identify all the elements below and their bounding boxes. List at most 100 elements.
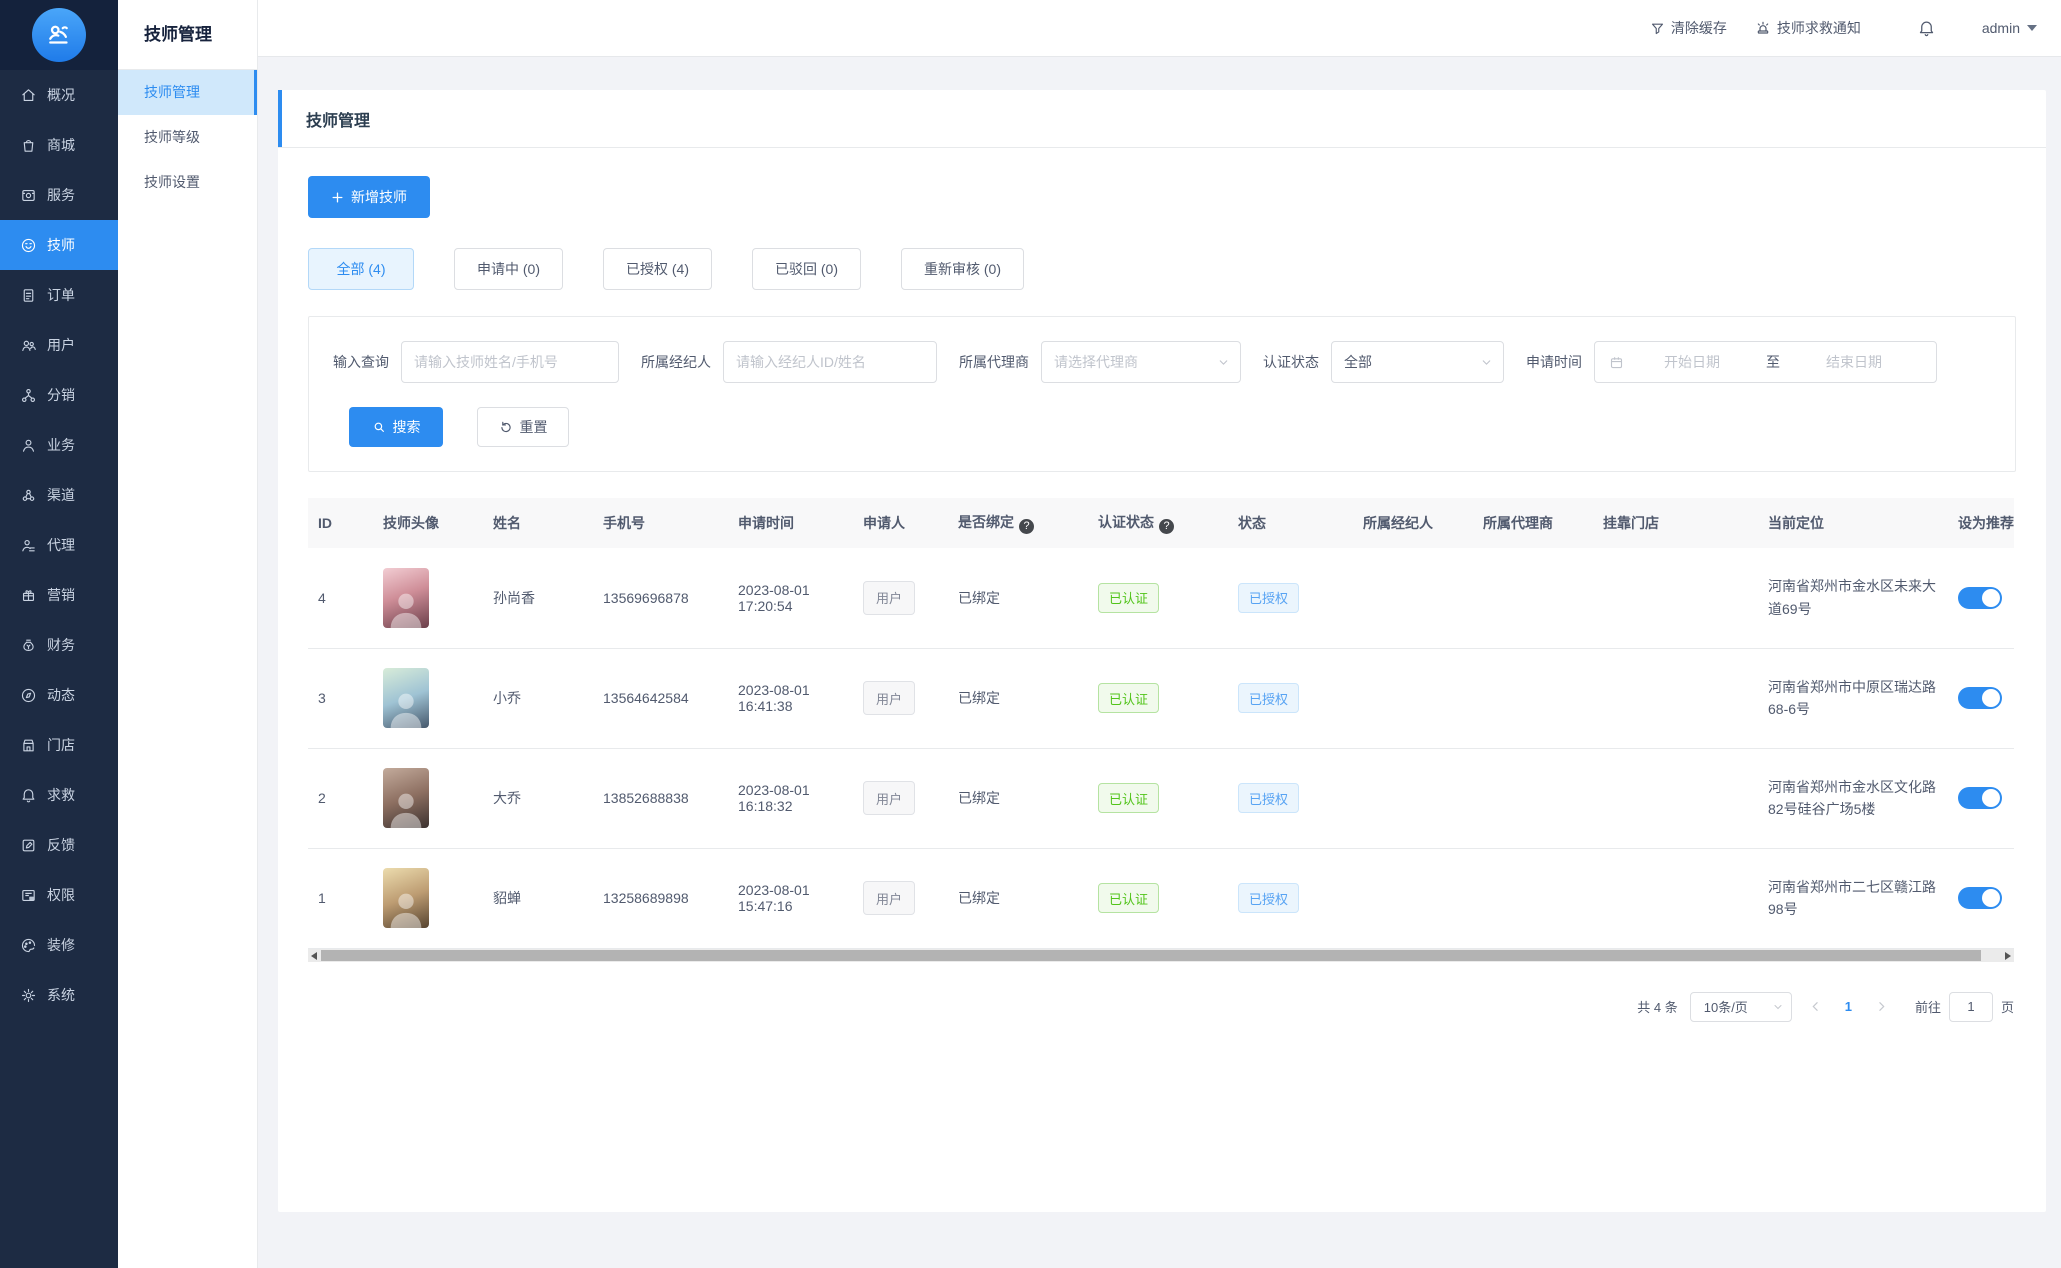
sidebar-item-feedback[interactable]: 反馈 [0, 820, 118, 870]
submenu-item-technician-management[interactable]: 技师管理 [118, 70, 257, 115]
sidebar-item-mall[interactable]: 商城 [0, 120, 118, 170]
search-button[interactable]: 搜索 [349, 407, 443, 447]
cell-apply-time: 2023-08-01 15:47:16 [728, 848, 853, 949]
sidebar-item-agent[interactable]: 代理 [0, 520, 118, 570]
col-store: 挂靠门店 [1593, 498, 1758, 548]
horizontal-scrollbar[interactable] [308, 948, 2014, 962]
sidebar-item-marketing[interactable]: 营销 [0, 570, 118, 620]
technician-avatar[interactable] [383, 868, 429, 928]
recommend-toggle[interactable] [1958, 887, 2002, 909]
col-recommend: 设为推荐 [1948, 498, 2014, 548]
pagination: 共 4 条 10条/页 1 前往 1 页 [308, 991, 2014, 1022]
tab-authorized[interactable]: 已授权 (4) [603, 248, 712, 290]
submenu-item-technician-settings[interactable]: 技师设置 [118, 160, 257, 205]
agency-select[interactable]: 请选择代理商 [1041, 341, 1241, 383]
submenu-item-technician-level[interactable]: 技师等级 [118, 115, 257, 160]
cert-status-badge: 已认证 [1098, 582, 1160, 613]
help-icon[interactable]: ? [1019, 518, 1034, 534]
clear-cache-icon [1651, 23, 1663, 34]
cell-apply-time: 2023-08-01 17:20:54 [728, 548, 853, 649]
sidebar-item-label: 权限 [47, 887, 75, 903]
order-icon [23, 288, 34, 302]
sidebar-item-channel[interactable]: 渠道 [0, 470, 118, 520]
agent-input[interactable] [723, 341, 937, 383]
card-header: 技师管理 [278, 90, 2046, 148]
page-size-select[interactable]: 10条/页 [1689, 991, 1792, 1022]
sidebar-item-store[interactable]: 门店 [0, 720, 118, 770]
sidebar-item-system[interactable]: 系统 [0, 970, 118, 1020]
clear-cache-button[interactable]: 清除缓存 [1650, 18, 1727, 38]
reset-button-label: 重置 [519, 419, 548, 435]
apply-time-range-picker[interactable]: 开始日期 至 结束日期 [1594, 341, 1937, 383]
person-silhouette-icon [390, 793, 422, 828]
sidebar-item-decorate[interactable]: 装修 [0, 920, 118, 970]
sidebar-item-users[interactable]: 用户 [0, 320, 118, 370]
current-page-number[interactable]: 1 [1839, 999, 1858, 1014]
sidebar-item-business[interactable]: 业务 [0, 420, 118, 470]
topbar: 清除缓存 技师求救通知 admin [258, 0, 2061, 57]
technician-avatar[interactable] [383, 567, 429, 628]
scroll-left-arrow-icon[interactable] [311, 951, 317, 960]
end-date-placeholder: 结束日期 [1826, 354, 1882, 370]
tab-rereview[interactable]: 重新审核 (0) [901, 248, 1024, 290]
sos-notice-button[interactable]: 技师求救通知 [1755, 18, 1861, 38]
recommend-toggle[interactable] [1958, 586, 2002, 609]
sidebar-item-label: 求救 [47, 787, 75, 803]
sidebar-item-sos[interactable]: 求救 [0, 770, 118, 820]
bell-icon [1919, 21, 1934, 36]
query-input[interactable] [401, 341, 619, 383]
reset-button[interactable]: 重置 [477, 407, 569, 447]
sidebar-item-technician[interactable]: 技师 [0, 220, 118, 270]
massage-logo-icon [49, 25, 68, 44]
add-technician-button[interactable]: 新增技师 [308, 176, 430, 218]
technician-avatar[interactable] [383, 768, 429, 828]
notification-bell-button[interactable] [1917, 19, 1936, 38]
page-background: 技师管理 新增技师 全部 (4) 申请中 (0) 已授权 (4) 已驳回 (0)… [258, 57, 2061, 1268]
sidebar-item-overview[interactable]: 概况 [0, 70, 118, 120]
status-badge: 已授权 [1238, 783, 1300, 813]
sidebar-item-label: 营销 [47, 587, 75, 603]
store-icon [23, 739, 34, 751]
next-page-button[interactable] [1870, 1000, 1893, 1013]
tab-rejected[interactable]: 已驳回 (0) [752, 248, 861, 290]
technician-avatar[interactable] [383, 668, 429, 728]
cert-status-select[interactable]: 全部 [1331, 341, 1504, 383]
tab-all[interactable]: 全部 (4) [308, 248, 414, 290]
sidebar-item-distribution[interactable]: 分销 [0, 370, 118, 420]
recommend-toggle[interactable] [1958, 687, 2002, 709]
recommend-toggle[interactable] [1958, 787, 2002, 809]
tab-applying[interactable]: 申请中 (0) [454, 248, 563, 290]
sidebar-item-orders[interactable]: 订单 [0, 270, 118, 320]
col-avatar: 技师头像 [373, 498, 483, 548]
cell-phone: 13852688838 [593, 748, 728, 849]
sidebar-item-finance[interactable]: 财务 [0, 620, 118, 670]
goto-page-input[interactable] [1948, 991, 1993, 1022]
logo-block [0, 0, 118, 70]
cell-name: 小乔 [483, 648, 593, 749]
technician-table: ID 技师头像 姓名 手机号 申请时间 申请人 是否绑定? 认证状态? 状态 所… [308, 498, 2014, 949]
scroll-right-arrow-icon[interactable] [2005, 951, 2011, 960]
main-area: 清除缓存 技师求救通知 admin 技师管理 新增技师 全部 (4) 申请中 (… [258, 0, 2061, 1268]
applicant-tag: 用户 [863, 781, 916, 815]
start-date-placeholder: 开始日期 [1664, 354, 1720, 370]
sidebar-item-label: 商城 [47, 137, 75, 153]
cell-name: 大乔 [483, 748, 593, 849]
sidebar-item-service[interactable]: 服务 [0, 170, 118, 220]
sidebar-item-permission[interactable]: 权限 [0, 870, 118, 920]
user-menu[interactable]: admin [1982, 20, 2037, 36]
cell-bound: 已绑定 [948, 748, 1088, 849]
distribution-icon [21, 388, 36, 402]
scrollbar-thumb[interactable] [321, 949, 1981, 961]
prev-page-button[interactable] [1804, 1000, 1827, 1013]
sidebar-item-news[interactable]: 动态 [0, 670, 118, 720]
cell-phone: 13258689898 [593, 848, 728, 949]
help-icon[interactable]: ? [1159, 518, 1174, 534]
cell-name: 孙尚香 [483, 548, 593, 649]
cell-location: 河南省郑州市二七区赣江路98号 [1758, 848, 1948, 949]
cell-agency [1473, 748, 1593, 849]
applicant-tag: 用户 [863, 681, 916, 715]
table-row: 3 小乔 13564642584 2023-08-01 16:41:38 用户 已… [308, 648, 2014, 749]
date-separator: 至 [1766, 354, 1780, 370]
applicant-tag: 用户 [863, 881, 916, 915]
card-body: 新增技师 全部 (4) 申请中 (0) 已授权 (4) 已驳回 (0) 重新审核… [278, 148, 2046, 1022]
